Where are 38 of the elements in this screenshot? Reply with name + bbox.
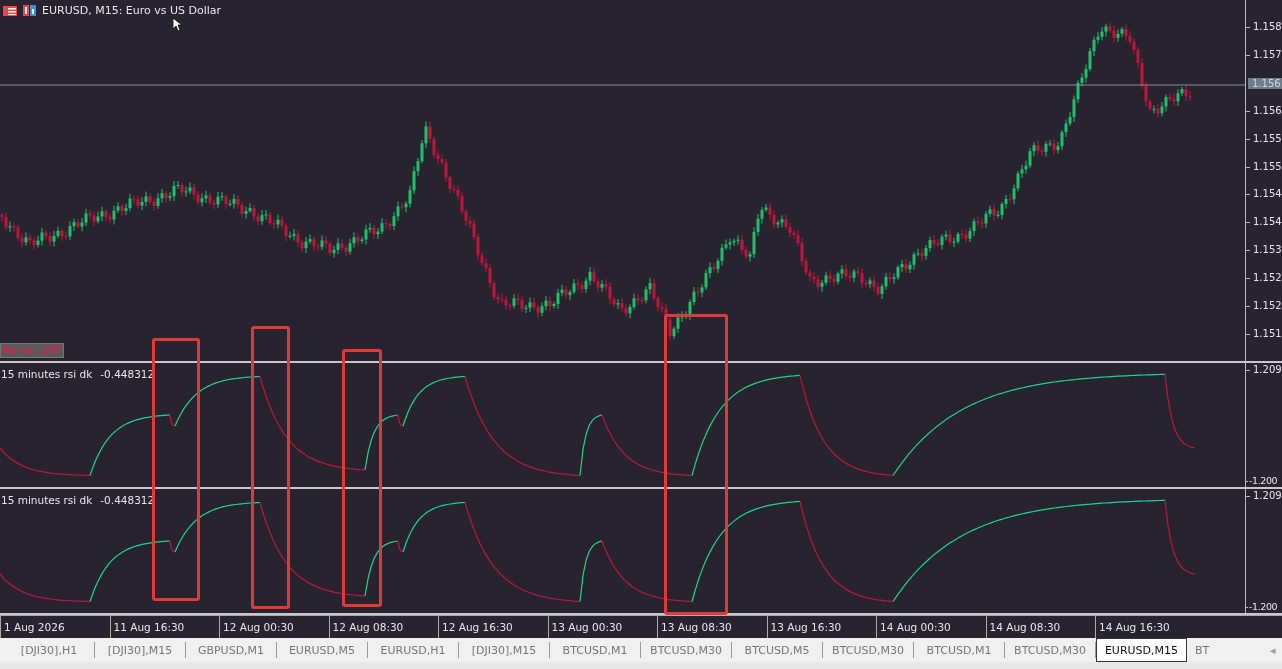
indicator-tick-label: 1.209 [1249, 490, 1282, 501]
chart-tab[interactable]: [DJI30],M15 [459, 642, 550, 658]
chart-tab[interactable]: BTCUSD,M30 [641, 642, 732, 658]
price-tick-label: 1.154 [1249, 188, 1282, 200]
tab-scroll-button[interactable]: ◂ [1264, 638, 1282, 662]
indicator-tick-label: -1.200 [1247, 475, 1278, 486]
indicator-name: 15 minutes rsi dk [1, 368, 93, 380]
cursor-icon [173, 18, 183, 32]
price-tick-label: 1.155 [1249, 132, 1282, 144]
chart-icon[interactable] [23, 5, 36, 16]
chart-tab[interactable]: BTCUSD,M5 [732, 642, 823, 658]
price-tick-label: 1.155 [1249, 160, 1282, 172]
chart-tab[interactable]: EURUSD,M5 [277, 642, 368, 658]
indicator-name: 15 minutes rsi dk [1, 494, 93, 506]
price-tick-label: 1.153 [1249, 244, 1282, 256]
chart-tab[interactable]: EURUSD,H1 [368, 642, 459, 658]
chart-tab[interactable]: GBPUSD,M1 [186, 642, 277, 658]
chart-title: EURUSD, M15: Euro vs US Dollar [42, 4, 222, 17]
indicator-tick-label: 1.209 [1249, 364, 1282, 375]
price-tick-label: 1.157 [1249, 48, 1282, 60]
price-tick-label: 1.156 [1249, 104, 1282, 116]
chart-tab[interactable]: BT [1187, 642, 1218, 658]
indicator-value: -0.448312 [100, 494, 155, 506]
chart-tab[interactable]: BTCUSD,M1 [914, 642, 1005, 658]
price-tick-label: 1.154 [1249, 216, 1282, 228]
chart-tab[interactable]: [DJI30],M15 [95, 642, 186, 658]
price-tick-label: 1.151 [1249, 327, 1282, 339]
current-price-tag: 1.156 [1248, 78, 1282, 89]
indicator-tick-label: -1.200 [1247, 601, 1278, 612]
chart-tab[interactable]: BTCUSD,M1 [550, 642, 641, 658]
chart-tab[interactable]: EURUSD,M15 [1096, 638, 1187, 662]
price-tick-label: 1.158 [1249, 21, 1282, 32]
chart-tab[interactable]: [DJI30],H1 [4, 642, 95, 658]
indicator-value: -0.448312 [100, 368, 155, 380]
chart-tab[interactable]: BTCUSD,M30 [823, 642, 914, 658]
table-icon[interactable] [3, 5, 17, 16]
price-tick-label: 1.152 [1249, 300, 1282, 311]
price-tick-label: 1.152 [1249, 272, 1282, 284]
